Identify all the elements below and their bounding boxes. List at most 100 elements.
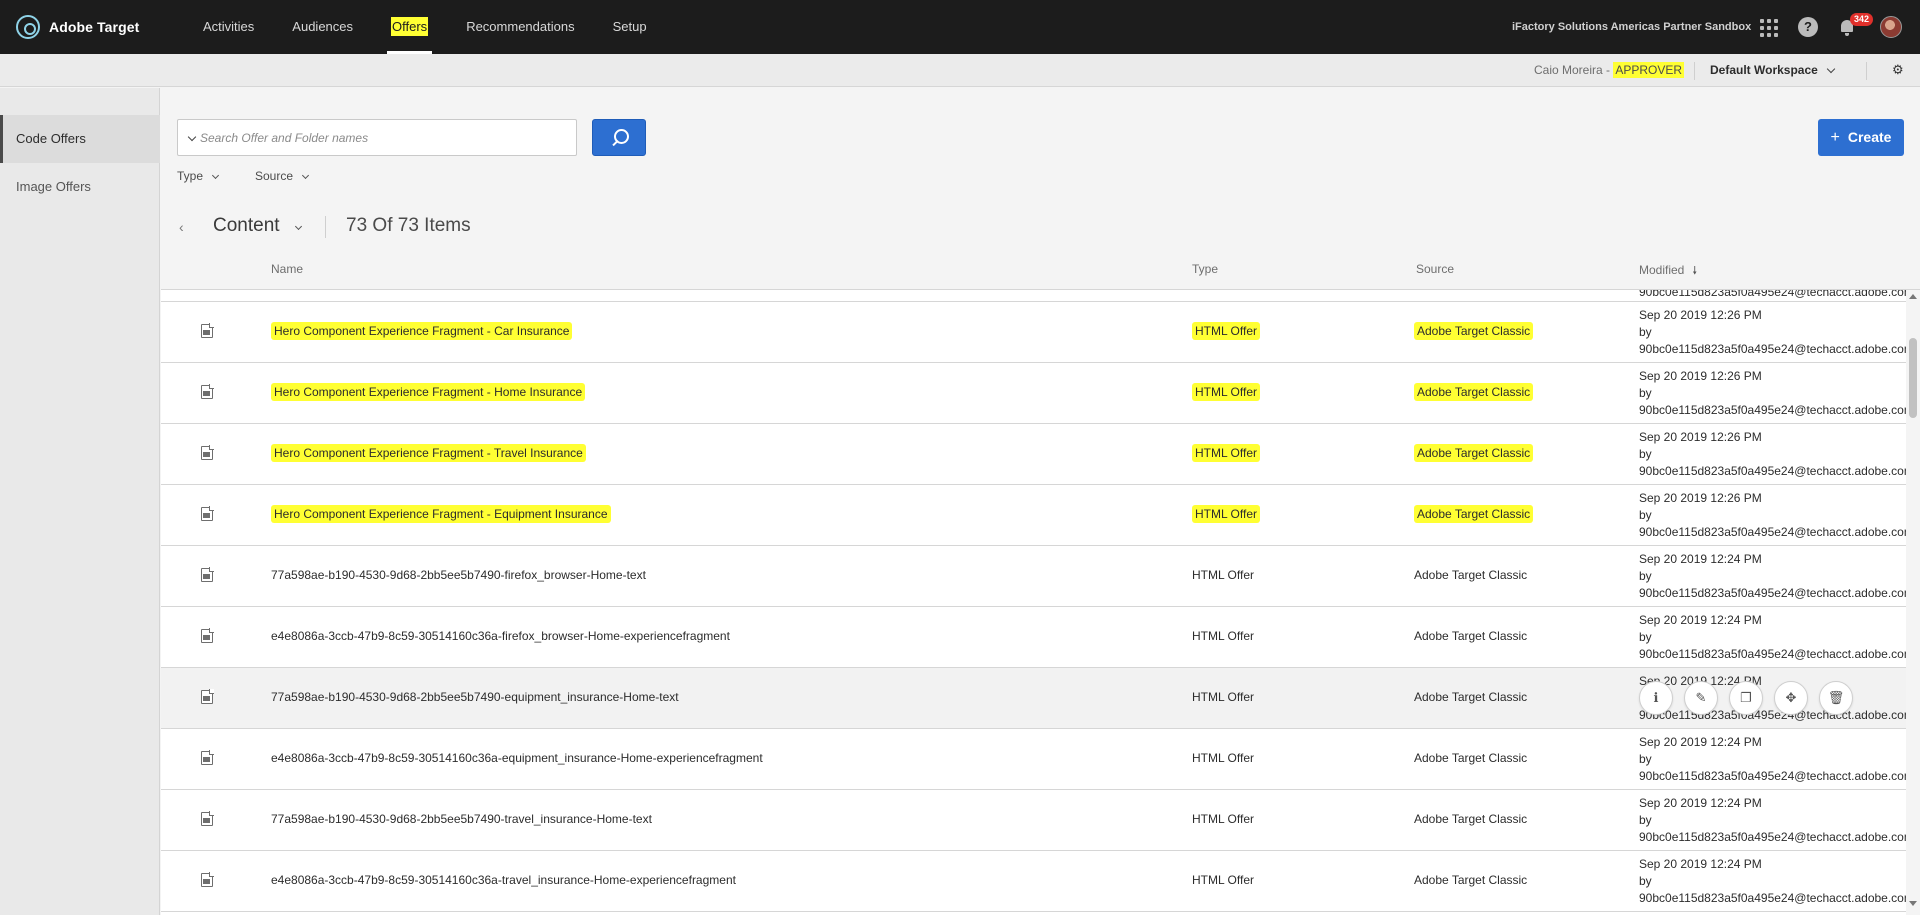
column-header-name[interactable]: Name	[271, 262, 303, 276]
user-role: APPROVER	[1613, 62, 1685, 78]
folder-breadcrumb[interactable]: Content	[213, 215, 302, 237]
app-name: Adobe Target	[49, 19, 140, 35]
offer-name[interactable]: Hero Component Experience Fragment - Car…	[271, 322, 573, 340]
modified-user: 90bc0e115d823a5f0a495e24@techacct.adobe.…	[1639, 525, 1906, 539]
modified-cell: Sep 20 2019 12:26 PM by 90bc0e115d823a5f0a…	[1639, 429, 1906, 480]
offer-name[interactable]: 77a598ae-b190-4530-9d68-2bb5ee5b7490-fir…	[271, 568, 646, 582]
scrollbar[interactable]	[1906, 290, 1920, 915]
table-row[interactable]: e4e8086a-3ccb-47b9-8c59-30514160c36a-tra…	[161, 851, 1906, 912]
scroll-down-arrow-icon[interactable]	[1909, 901, 1917, 906]
offer-type: HTML Offer	[1192, 383, 1261, 401]
help-icon[interactable]: ?	[1798, 17, 1818, 37]
back-chevron-icon[interactable]: ‹	[179, 219, 184, 235]
table-row[interactable]: Hero Component Experience Fragment - Hom…	[161, 363, 1906, 424]
table-row-partial[interactable]: 90bc0e115d823a5f0a495e24@techacct.adobe.…	[161, 290, 1906, 302]
sidebar-item-image-offers[interactable]: Image Offers	[0, 163, 160, 211]
modified-date: Sep 20 2019 12:24 PM	[1639, 857, 1762, 871]
nav-audiences[interactable]: Audiences	[292, 0, 353, 54]
offer-name[interactable]: Hero Component Experience Fragment - Tra…	[271, 444, 586, 462]
move-icon[interactable]: ✥	[1774, 681, 1808, 715]
main-nav: Activities Audiences Offers Recommendati…	[184, 0, 666, 54]
html-offer-file-icon	[201, 750, 214, 765]
sidebar-item-code-offers[interactable]: Code Offers	[0, 115, 160, 163]
modified-cell: Sep 20 2019 12:26 PM by 90bc0e115d823a5f0a…	[1639, 368, 1906, 419]
offer-type: HTML Offer	[1192, 444, 1261, 462]
offer-name[interactable]: e4e8086a-3ccb-47b9-8c59-30514160c36a-tra…	[271, 873, 736, 887]
chevron-down-icon	[211, 171, 220, 180]
table-row[interactable]: e4e8086a-3ccb-47b9-8c59-30514160c36a-fir…	[161, 607, 1906, 668]
offer-name[interactable]: 77a598ae-b190-4530-9d68-2bb5ee5b7490-tra…	[271, 812, 652, 826]
org-name[interactable]: iFactory Solutions Americas Partner Sand…	[1512, 0, 1751, 54]
edit-icon[interactable]: ✎	[1684, 681, 1718, 715]
nav-recommendations[interactable]: Recommendations	[466, 0, 574, 54]
delete-icon[interactable]: 🗑	[1819, 681, 1853, 715]
nav-activities[interactable]: Activities	[203, 0, 254, 54]
nav-setup[interactable]: Setup	[613, 0, 647, 54]
user-name: Caio Moreira -	[1534, 63, 1614, 77]
offer-source: Adobe Target Classic	[1414, 505, 1534, 523]
source-filter[interactable]: Source	[255, 169, 310, 183]
info-icon[interactable]: ℹ	[1639, 681, 1673, 715]
modified-by: by	[1639, 569, 1652, 583]
settings-gear-icon[interactable]: ⚙	[1892, 63, 1904, 76]
brand[interactable]: Adobe Target	[16, 15, 184, 39]
search-scope-chevron-icon[interactable]	[187, 132, 197, 142]
modified-user: 90bc0e115d823a5f0a495e24@techacct.adobe.…	[1639, 403, 1906, 417]
modified-user: 90bc0e115d823a5f0a495e24@techacct.adobe.…	[1639, 290, 1906, 299]
modified-date: Sep 20 2019 12:26 PM	[1639, 491, 1762, 505]
create-button[interactable]: + Create	[1818, 119, 1904, 156]
html-offer-file-icon	[201, 811, 214, 826]
table-row[interactable]: 77a598ae-b190-4530-9d68-2bb5ee5b7490-tra…	[161, 790, 1906, 851]
workspace-label: Default Workspace	[1710, 63, 1818, 77]
offer-source: Adobe Target Classic	[1414, 383, 1534, 401]
column-header-modified[interactable]: Modified 🠗	[1639, 262, 1697, 281]
modified-by: by	[1639, 447, 1652, 461]
table-row[interactable]: Hero Component Experience Fragment - Tra…	[161, 424, 1906, 485]
offer-type: HTML Offer	[1192, 812, 1255, 826]
item-count: 73 Of 73 Items	[346, 215, 471, 236]
nav-offers[interactable]: Offers	[386, 0, 433, 54]
html-offer-file-icon	[201, 506, 214, 521]
search-button[interactable]	[592, 119, 646, 156]
divider	[325, 216, 326, 238]
modified-user: 90bc0e115d823a5f0a495e24@techacct.adobe.…	[1639, 586, 1906, 600]
offer-name[interactable]: Hero Component Experience Fragment - Hom…	[271, 383, 586, 401]
table-row[interactable]: Hero Component Experience Fragment - Car…	[161, 302, 1906, 363]
modified-date: Sep 20 2019 12:26 PM	[1639, 308, 1762, 322]
modified-by: by	[1639, 630, 1652, 644]
search-input[interactable]	[200, 128, 570, 148]
column-header-type[interactable]: Type	[1192, 262, 1218, 276]
table-row[interactable]: 77a598ae-b190-4530-9d68-2bb5ee5b7490-equ…	[161, 668, 1906, 729]
offer-name[interactable]: e4e8086a-3ccb-47b9-8c59-30514160c36a-equ…	[271, 751, 763, 765]
modified-by: by	[1639, 752, 1652, 766]
type-filter[interactable]: Type	[177, 169, 220, 183]
notification-badge: 342	[1850, 13, 1874, 26]
top-navigation-bar: Adobe Target Activities Audiences Offers…	[0, 0, 1920, 54]
html-offer-file-icon	[201, 628, 214, 643]
table-row[interactable]: Hero Component Experience Fragment - Equ…	[161, 485, 1906, 546]
scroll-up-arrow-icon[interactable]	[1909, 294, 1917, 299]
modified-date: Sep 20 2019 12:24 PM	[1639, 552, 1762, 566]
copy-icon[interactable]: ❐	[1729, 681, 1763, 715]
offer-type: HTML Offer	[1192, 322, 1261, 340]
offer-name[interactable]: e4e8086a-3ccb-47b9-8c59-30514160c36a-fir…	[271, 629, 730, 643]
scrollbar-thumb[interactable]	[1909, 338, 1917, 418]
offer-source: Adobe Target Classic	[1414, 751, 1528, 765]
modified-cell: Sep 20 2019 12:24 PM by 90bc0e115d823a5f0a…	[1639, 551, 1906, 602]
offer-source: Adobe Target Classic	[1414, 568, 1528, 582]
offer-name[interactable]: 77a598ae-b190-4530-9d68-2bb5ee5b7490-equ…	[271, 690, 679, 704]
sort-descending-icon[interactable]: 🠗	[1692, 262, 1697, 281]
offer-name[interactable]: Hero Component Experience Fragment - Equ…	[271, 505, 611, 523]
workspace-selector[interactable]: Default Workspace	[1710, 63, 1836, 77]
user-avatar[interactable]	[1880, 16, 1902, 38]
column-header-source[interactable]: Source	[1416, 262, 1454, 276]
offers-table: 90bc0e115d823a5f0a495e24@techacct.adobe.…	[161, 290, 1906, 915]
modified-cell: Sep 20 2019 12:26 PM by 90bc0e115d823a5f0a…	[1639, 307, 1906, 358]
table-row[interactable]: e4e8086a-3ccb-47b9-8c59-30514160c36a-equ…	[161, 729, 1906, 790]
sub-header: Caio Moreira - APPROVER Default Workspac…	[0, 54, 1920, 87]
offer-source: Adobe Target Classic	[1414, 690, 1528, 704]
chevron-down-icon	[301, 171, 310, 180]
app-switcher-icon[interactable]	[1758, 17, 1778, 37]
offer-source: Adobe Target Classic	[1414, 873, 1528, 887]
table-row[interactable]: 77a598ae-b190-4530-9d68-2bb5ee5b7490-fir…	[161, 546, 1906, 607]
